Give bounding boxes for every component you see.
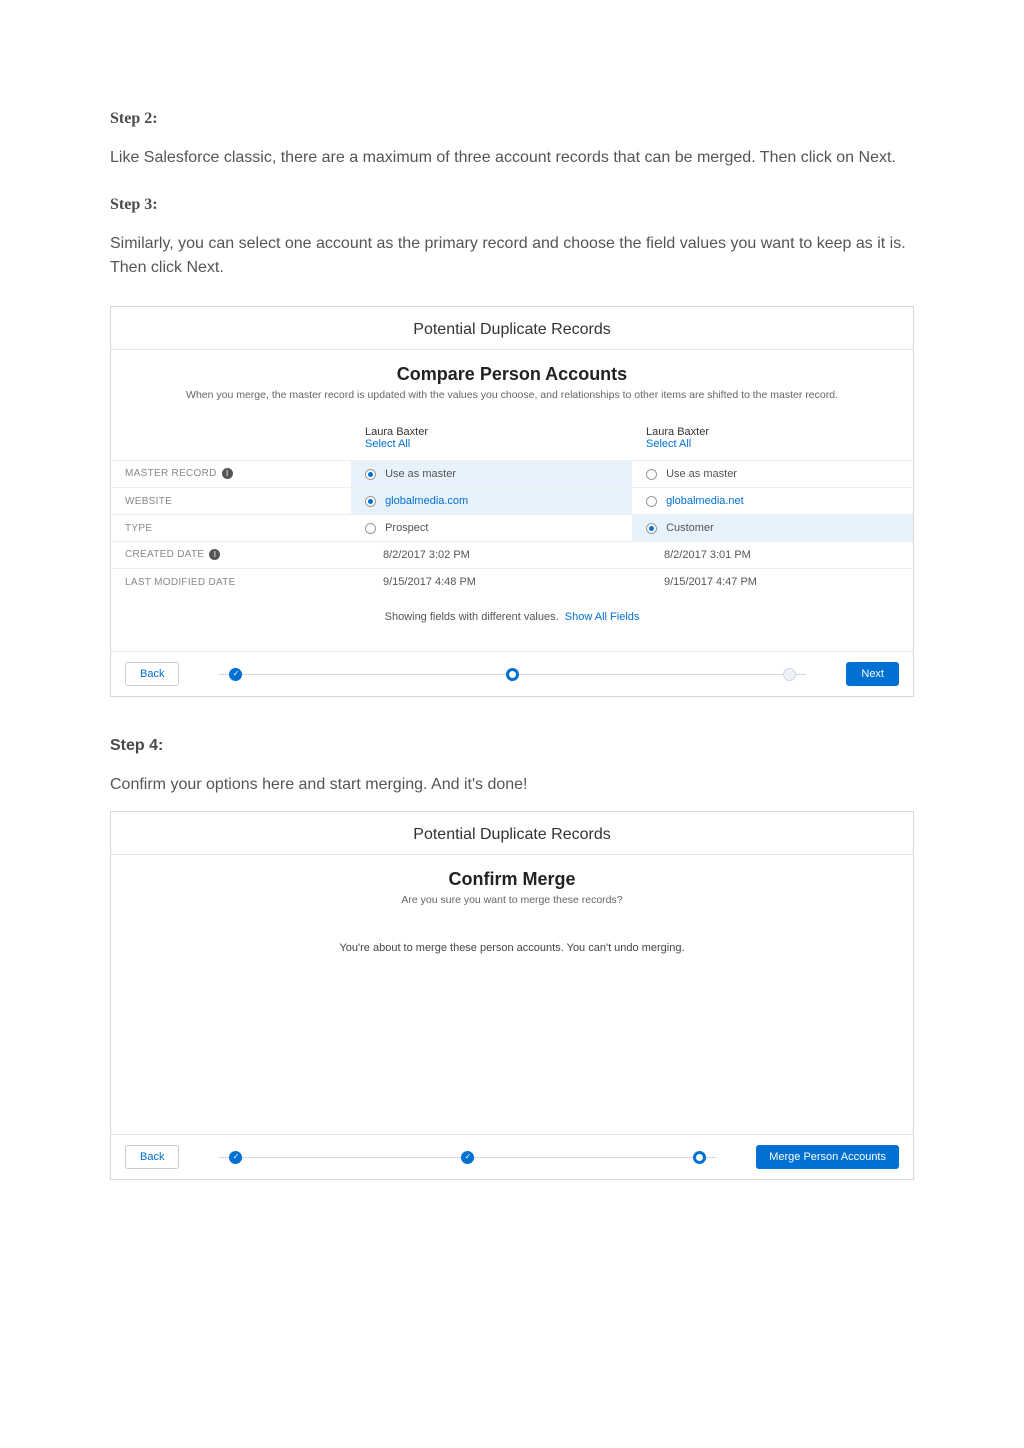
- confirm-section-subtitle: Are you sure you want to merge these rec…: [151, 894, 873, 906]
- back-button[interactable]: Back: [125, 662, 179, 686]
- compare-footer: Back Next: [111, 651, 913, 696]
- col-a-name: Laura Baxter: [365, 426, 618, 438]
- back-button[interactable]: Back: [125, 1145, 179, 1169]
- cell-type-a[interactable]: Prospect: [351, 515, 632, 542]
- info-icon[interactable]: i: [222, 468, 233, 479]
- compare-panel: Potential Duplicate Records Compare Pers…: [110, 306, 914, 697]
- cell-type-b[interactable]: Customer: [632, 515, 913, 542]
- confirm-section-title: Confirm Merge: [111, 869, 913, 890]
- label-last-modified: LAST MODIFIED DATE: [111, 569, 351, 596]
- next-button[interactable]: Next: [846, 662, 899, 686]
- radio-icon[interactable]: [646, 469, 657, 480]
- label-type: TYPE: [111, 515, 351, 542]
- label-created-date: CREATED DATE: [125, 550, 204, 561]
- showing-line: Showing fields with different values. Sh…: [111, 595, 913, 651]
- info-icon[interactable]: i: [209, 549, 220, 560]
- confirm-panel: Potential Duplicate Records Confirm Merg…: [110, 811, 914, 1180]
- cell-website-a[interactable]: globalmedia.com: [351, 488, 632, 515]
- row-created-date: CREATED DATE i 8/2/2017 3:02 PM 8/2/2017…: [111, 542, 913, 569]
- radio-icon[interactable]: [365, 496, 376, 507]
- progress-step-1: [229, 668, 242, 681]
- value-website-a: globalmedia.com: [385, 495, 468, 507]
- row-master-record: MASTER RECORD i Use as master Use as mas…: [111, 461, 913, 488]
- show-all-fields-link[interactable]: Show All Fields: [565, 611, 640, 623]
- value-master-a: Use as master: [385, 468, 456, 480]
- cell-created-b: 8/2/2017 3:01 PM: [632, 542, 913, 569]
- step4-body: Confirm your options here and start merg…: [110, 773, 914, 797]
- panel-title-confirm: Potential Duplicate Records: [111, 812, 913, 855]
- compare-table: Laura Baxter Select All Laura Baxter Sel…: [111, 419, 913, 595]
- step3-heading: Step 3:: [110, 196, 914, 214]
- value-type-b: Customer: [666, 522, 714, 534]
- confirm-footer: Back Merge Person Accounts: [111, 1134, 913, 1179]
- select-all-a[interactable]: Select All: [365, 438, 618, 450]
- cell-master-a[interactable]: Use as master: [351, 461, 632, 488]
- confirm-message: You're about to merge these person accou…: [111, 924, 913, 978]
- select-all-b[interactable]: Select All: [646, 438, 899, 450]
- radio-icon[interactable]: [365, 469, 376, 480]
- progress-step-3: [693, 1151, 706, 1164]
- step2-body: Like Salesforce classic, there are a max…: [110, 146, 914, 170]
- compare-section-subtitle: When you merge, the master record is upd…: [151, 389, 873, 401]
- step4-heading: Step 4:: [110, 737, 914, 755]
- compare-section-title: Compare Person Accounts: [111, 364, 913, 385]
- progress-indicator: [179, 668, 846, 681]
- cell-modified-b: 9/15/2017 4:47 PM: [632, 569, 913, 596]
- row-website: WEBSITE globalmedia.com globalmedia.net: [111, 488, 913, 515]
- cell-master-b[interactable]: Use as master: [632, 461, 913, 488]
- cell-website-b[interactable]: globalmedia.net: [632, 488, 913, 515]
- progress-indicator: [179, 1151, 756, 1164]
- merge-button[interactable]: Merge Person Accounts: [756, 1145, 899, 1169]
- radio-icon[interactable]: [646, 523, 657, 534]
- panel-title: Potential Duplicate Records: [111, 307, 913, 350]
- progress-step-2: [506, 668, 519, 681]
- progress-step-1: [229, 1151, 242, 1164]
- col-b-name: Laura Baxter: [646, 426, 899, 438]
- row-last-modified: LAST MODIFIED DATE 9/15/2017 4:48 PM 9/1…: [111, 569, 913, 596]
- value-master-b: Use as master: [666, 468, 737, 480]
- cell-created-a: 8/2/2017 3:02 PM: [351, 542, 632, 569]
- label-website: WEBSITE: [111, 488, 351, 515]
- radio-icon[interactable]: [365, 523, 376, 534]
- step2-heading: Step 2:: [110, 110, 914, 128]
- row-type: TYPE Prospect Customer: [111, 515, 913, 542]
- progress-step-3: [783, 668, 796, 681]
- value-type-a: Prospect: [385, 522, 428, 534]
- step3-body: Similarly, you can select one account as…: [110, 232, 914, 280]
- value-website-b: globalmedia.net: [666, 495, 744, 507]
- label-master-record: MASTER RECORD: [125, 469, 217, 480]
- progress-step-2: [461, 1151, 474, 1164]
- radio-icon[interactable]: [646, 496, 657, 507]
- cell-modified-a: 9/15/2017 4:48 PM: [351, 569, 632, 596]
